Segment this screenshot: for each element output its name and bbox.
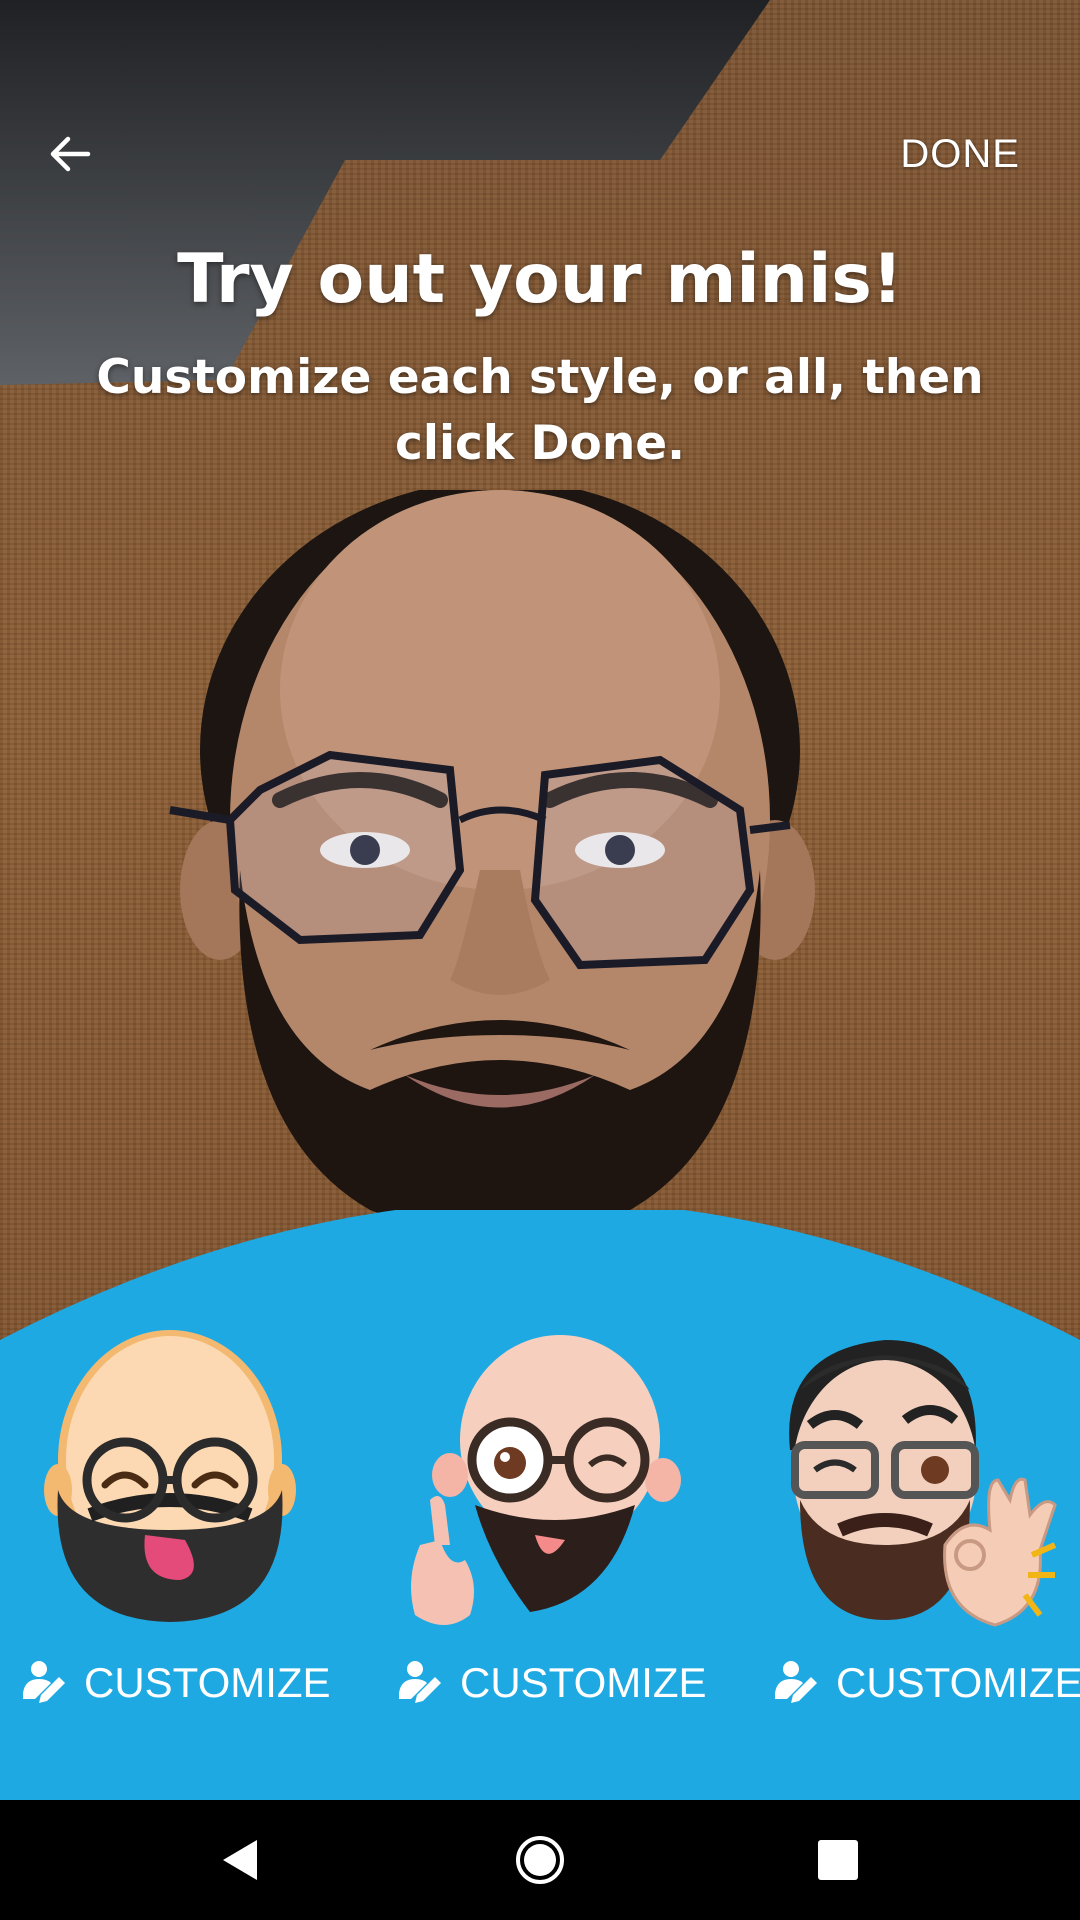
page-subtitle: Customize each style, or all, then click…: [96, 350, 984, 471]
customize-label: CUSTOMIZE: [836, 1659, 1080, 1706]
nav-home-button[interactable]: [510, 1830, 570, 1890]
customize-label: CUSTOMIZE: [460, 1659, 707, 1706]
page-title: Try out your minis!: [177, 240, 903, 319]
done-button[interactable]: DONE: [900, 124, 1020, 184]
system-nav-bar: [0, 1800, 1080, 1920]
top-bar: DONE: [0, 110, 1080, 190]
mini-style-3[interactable]: [770, 1330, 1070, 1630]
nav-home-icon: [516, 1836, 564, 1884]
nav-back-button[interactable]: [210, 1830, 270, 1890]
arrow-left-icon: [50, 136, 91, 172]
person-edit-icon: [20, 1658, 70, 1708]
nav-recents-icon: [818, 1840, 858, 1880]
nav-recents-button[interactable]: [808, 1830, 868, 1890]
person-edit-icon: [772, 1658, 822, 1708]
user-face-photo: [169, 490, 815, 1235]
person-edit-icon: [396, 1658, 446, 1708]
mini-style-2[interactable]: [395, 1330, 695, 1630]
customize-label: CUSTOMIZE: [84, 1659, 331, 1706]
customize-button-2[interactable]: CUSTOMIZE: [396, 1650, 707, 1716]
nav-back-icon: [223, 1840, 257, 1880]
mini-style-1[interactable]: [20, 1330, 320, 1630]
customize-button-3[interactable]: CUSTOMIZE: [772, 1650, 1080, 1716]
back-button[interactable]: [40, 124, 100, 184]
screen: DONE Try out your minis! Customize each …: [0, 0, 1080, 1920]
customize-button-1[interactable]: CUSTOMIZE: [20, 1650, 331, 1716]
